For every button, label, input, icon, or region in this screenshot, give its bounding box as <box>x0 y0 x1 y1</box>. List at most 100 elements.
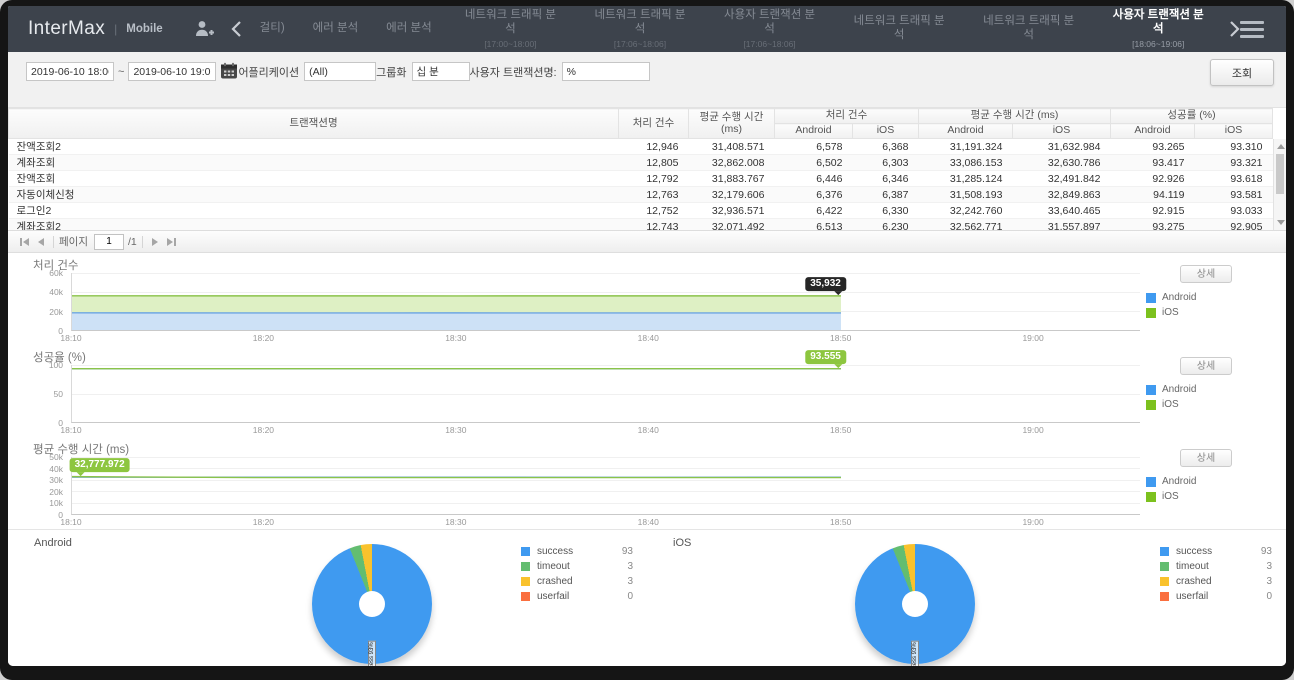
table-row[interactable]: 계좌조회12,80532,862.0086,5026,30333,086.153… <box>9 155 1273 171</box>
cell-value: 93.310 <box>1194 139 1272 155</box>
user-add-icon[interactable] <box>193 19 217 39</box>
y-tick-label: 50k <box>49 452 63 462</box>
cell-value: 31,408.571 <box>688 139 774 155</box>
x-tick-label: 18:20 <box>253 333 274 343</box>
pie-legend-item[interactable]: success93 <box>1160 546 1272 557</box>
cell-value: 93.417 <box>1110 155 1194 171</box>
calendar-icon[interactable] <box>219 62 238 81</box>
legend-swatch <box>1160 577 1169 586</box>
legend-label: iOS <box>1162 491 1179 502</box>
last-page-icon[interactable] <box>166 237 177 247</box>
subcolumn-ios[interactable]: iOS <box>1194 124 1272 139</box>
subcolumn-android[interactable]: Android <box>1110 124 1194 139</box>
pie-panel-ios: iOS success 93% success93timeout3crashed… <box>647 530 1286 666</box>
table-scrollbar[interactable] <box>1273 139 1286 230</box>
column-header-avg-time[interactable]: 평균 수행 시간 (ms) <box>688 109 774 139</box>
pie-legend-item[interactable]: timeout3 <box>521 561 633 572</box>
subcolumn-ios[interactable]: iOS <box>852 124 918 139</box>
tabs-scroll-left-icon[interactable] <box>231 20 242 38</box>
legend-item[interactable]: Android <box>1146 476 1250 487</box>
x-tick-label: 18:50 <box>830 425 851 435</box>
search-button[interactable]: 조회 <box>1210 59 1274 86</box>
legend-item[interactable]: Android <box>1146 292 1250 303</box>
table-row[interactable]: 잔액조회212,94631,408.5716,5786,36831,191.32… <box>9 139 1273 155</box>
detail-button[interactable]: 상세 <box>1180 449 1232 467</box>
nav-tab[interactable]: 네트워크 트래픽 분석[17:06~18:06] <box>575 9 705 49</box>
application-input[interactable] <box>304 62 376 81</box>
x-tick-label: 19:00 <box>1022 425 1043 435</box>
pie-legend-item[interactable]: timeout3 <box>1160 561 1272 572</box>
hamburger-menu-icon[interactable] <box>1240 17 1264 42</box>
cell-value: 6,376 <box>774 187 852 203</box>
cell-transaction-name: 잔액조회 <box>9 171 619 187</box>
pie-legend-item[interactable]: crashed3 <box>1160 576 1272 587</box>
legend-item[interactable]: Android <box>1146 384 1250 395</box>
subcolumn-android[interactable]: Android <box>918 124 1012 139</box>
value-tooltip: 32,777.972 <box>70 458 130 472</box>
previous-page-icon[interactable] <box>36 237 45 247</box>
first-page-icon[interactable] <box>19 237 30 247</box>
detail-button[interactable]: 상세 <box>1180 265 1232 283</box>
nav-tab[interactable]: 에러 분석 <box>299 22 373 36</box>
pie-chart-android[interactable]: success 93% <box>312 544 432 664</box>
x-tick-label: 18:30 <box>445 425 466 435</box>
scroll-down-icon[interactable] <box>1277 220 1285 225</box>
cell-value: 6,330 <box>852 203 918 219</box>
table-row[interactable]: 자동이체신청12,76332,179.6066,3766,38731,508.1… <box>9 187 1273 203</box>
x-axis: 18:1018:2018:3018:4018:5019:00 <box>71 517 1140 529</box>
cell-value: 93.265 <box>1110 139 1194 155</box>
page-total: /1 <box>128 236 137 248</box>
legend-label: Android <box>1162 292 1196 303</box>
chart-title: 평균 수행 시간 (ms) <box>33 441 129 457</box>
nav-tab[interactable]: 걸티) <box>246 22 299 36</box>
detail-button[interactable]: 상세 <box>1180 357 1232 375</box>
legend-value: 93 <box>622 546 633 557</box>
nav-tab[interactable]: 에러 분석 <box>372 22 446 36</box>
page-number-input[interactable] <box>94 234 124 250</box>
pie-legend-item[interactable]: userfail0 <box>521 591 633 602</box>
pie-legend-item[interactable]: userfail0 <box>1160 591 1272 602</box>
cell-value: 12,752 <box>618 203 688 219</box>
column-header-transaction-name[interactable]: 트랜잭션명 <box>9 109 619 139</box>
pie-chart-ios[interactable]: success 93% <box>855 544 975 664</box>
app-logo-product: Mobile <box>126 23 162 35</box>
date-to-input[interactable] <box>128 62 216 81</box>
tabs-scroll-right-icon[interactable] <box>1229 20 1240 38</box>
grouping-input[interactable] <box>412 62 470 81</box>
cell-value: 32,862.008 <box>688 155 774 171</box>
tab-sub: [17:06~18:06] <box>589 39 691 49</box>
subcolumn-android[interactable]: Android <box>774 124 852 139</box>
nav-tab[interactable]: 사용자 트랜잭션 분석[18:06~19:06] <box>1093 9 1223 49</box>
nav-tab[interactable]: 사용자 트랜잭션 분석[17:06~18:06] <box>705 9 835 49</box>
date-from-input[interactable] <box>26 62 114 81</box>
pagination-bar: 페이지 /1 <box>8 230 1286 252</box>
legend-item[interactable]: iOS <box>1146 399 1250 410</box>
scrollbar-thumb[interactable] <box>1276 154 1284 194</box>
nav-tab[interactable]: 네트워크 트래픽 분석[17:00~18:00] <box>446 9 576 49</box>
table-row[interactable]: 로그인212,75232,936.5716,4226,33032,242.760… <box>9 203 1273 219</box>
subcolumn-ios[interactable]: iOS <box>1012 124 1110 139</box>
cell-value: 6,502 <box>774 155 852 171</box>
y-tick-label: 20k <box>49 307 63 317</box>
column-header-count[interactable]: 처리 건수 <box>618 109 688 139</box>
legend-swatch <box>1146 385 1156 395</box>
transaction-name-input[interactable] <box>562 62 650 81</box>
nav-tab[interactable]: 네트워크 트래픽 분석 <box>964 15 1094 43</box>
legend-swatch <box>1160 547 1169 556</box>
legend-item[interactable]: iOS <box>1146 307 1250 318</box>
nav-tab[interactable]: 네트워크 트래픽 분석 <box>834 15 964 43</box>
tab-sub: [17:00~18:00] <box>460 39 562 49</box>
legend-label: timeout <box>537 561 627 572</box>
scroll-up-icon[interactable] <box>1277 144 1285 149</box>
cell-value: 12,792 <box>618 171 688 187</box>
x-axis: 18:1018:2018:3018:4018:5019:00 <box>71 425 1140 437</box>
table-row[interactable]: 잔액조회12,79231,883.7676,4466,34631,285.124… <box>9 171 1273 187</box>
pie-legend-item[interactable]: crashed3 <box>521 576 633 587</box>
pie-legend-item[interactable]: success93 <box>521 546 633 557</box>
next-page-icon[interactable] <box>151 237 160 247</box>
pie-legend: success93 timeout3 crashed3 userfail0 <box>521 546 633 606</box>
cell-value: 6,368 <box>852 139 918 155</box>
legend-item[interactable]: iOS <box>1146 491 1250 502</box>
x-tick-label: 18:40 <box>638 425 659 435</box>
time-series-charts-section: 처리 건수 60k40k20k0 35,932 18:1018:2018:301… <box>8 253 1286 529</box>
